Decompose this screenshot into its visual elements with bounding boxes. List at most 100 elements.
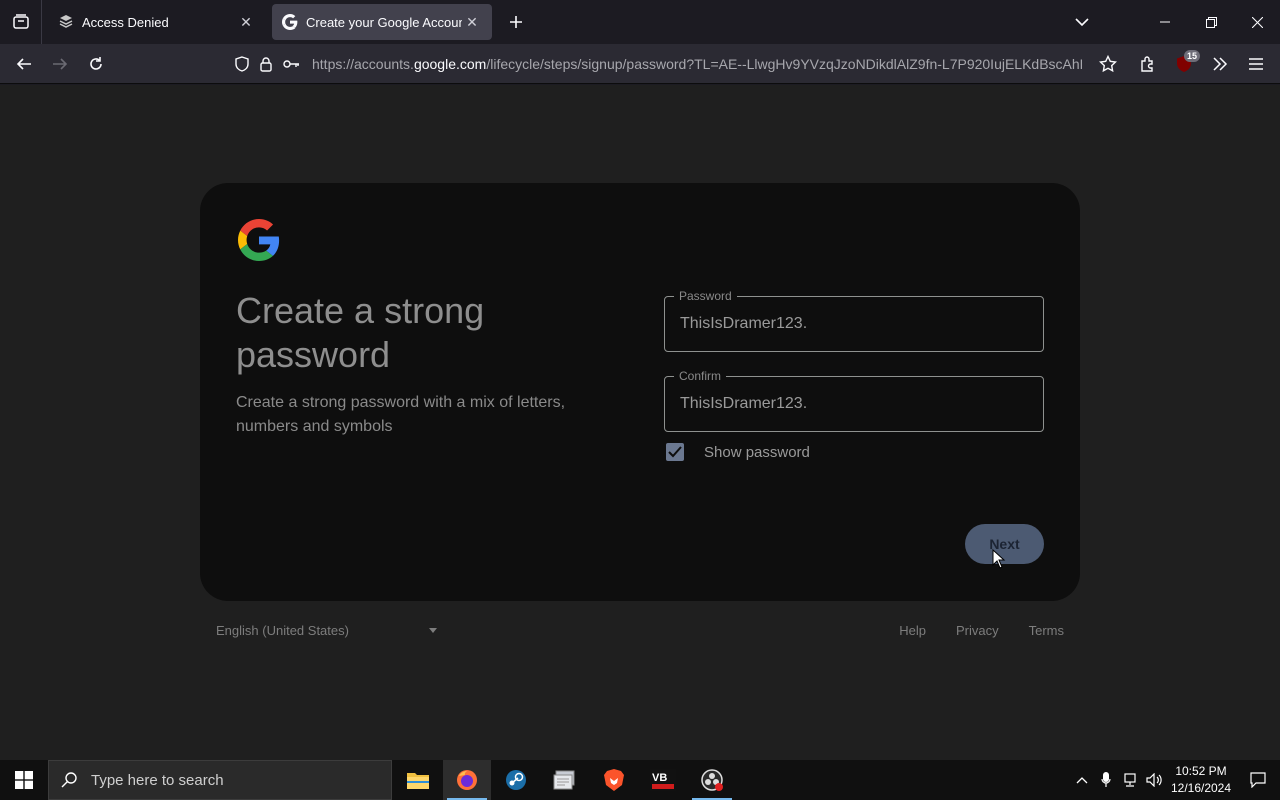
checkmark-icon (668, 446, 682, 458)
search-placeholder: Type here to search (91, 771, 224, 789)
extension-badge: 15 (1184, 50, 1201, 62)
network-tray[interactable] (1118, 773, 1142, 787)
app-window-icon (553, 770, 575, 790)
reload-icon (90, 57, 102, 70)
start-button[interactable] (0, 760, 48, 800)
speaker-icon (1146, 773, 1162, 787)
show-password-label: Show password (704, 443, 810, 461)
list-all-tabs-button[interactable] (1068, 8, 1096, 36)
restore-button[interactable] (1188, 0, 1234, 44)
plus-icon (510, 16, 522, 28)
restore-icon (1205, 16, 1217, 28)
windows-logo-icon (15, 771, 33, 789)
chevron-up-icon (1076, 777, 1088, 784)
search-icon (61, 772, 77, 788)
tab-title: Access Denied (82, 14, 169, 30)
language-label: English (United States) (216, 623, 349, 638)
signup-card: Create a strong password Create a strong… (200, 183, 1080, 601)
minimize-button[interactable] (1142, 0, 1188, 44)
shield-icon[interactable] (234, 56, 250, 72)
password-field[interactable]: Password (664, 289, 1044, 352)
confirm-field[interactable]: Confirm (664, 369, 1044, 432)
arrow-left-icon (16, 58, 31, 70)
vb-audio-icon: VB (650, 769, 676, 791)
url-prefix: https://accounts. (312, 56, 414, 72)
page-title: Create a strong password (236, 290, 485, 375)
taskbar-app-window[interactable] (541, 760, 589, 800)
more-tools-button[interactable] (1204, 48, 1236, 80)
tab-access-denied[interactable]: Access Denied ✕ (48, 4, 266, 40)
password-input[interactable] (680, 311, 1020, 337)
svg-text:VB: VB (652, 772, 667, 784)
puzzle-icon (1141, 56, 1153, 72)
app-menu-button[interactable] (1240, 48, 1272, 80)
show-password-checkbox[interactable] (666, 443, 684, 461)
windows-taskbar: Type here to search VB 10:52 PM 12/16/20… (0, 760, 1280, 800)
taskbar-clock[interactable]: 10:52 PM 12/16/2024 (1166, 763, 1236, 797)
tab-overview-icon (12, 14, 29, 29)
url-text[interactable]: https://accounts.google.com/lifecycle/st… (312, 56, 1082, 72)
tab-title: Create your Google Account (306, 14, 462, 30)
double-chevron-right-icon (1213, 57, 1228, 71)
taskbar-firefox[interactable] (443, 760, 491, 800)
new-tab-button[interactable] (502, 8, 530, 36)
url-path: /lifecycle/steps/signup/password?TL=AE--… (486, 56, 1082, 72)
firefox-icon (457, 770, 477, 790)
caret-down-icon (428, 628, 437, 633)
taskbar-brave[interactable] (590, 760, 638, 800)
action-center-button[interactable] (1236, 772, 1280, 788)
tab-bar: Access Denied ✕ Create your Google Accou… (0, 0, 1280, 44)
taskbar-file-explorer[interactable] (394, 760, 442, 800)
taskbar-search-box[interactable]: Type here to search (48, 760, 392, 800)
close-window-button[interactable] (1234, 0, 1280, 44)
close-icon[interactable]: ✕ (236, 12, 256, 32)
network-icon (1124, 773, 1136, 787)
ublock-extension-button[interactable]: 15 (1168, 48, 1201, 80)
permissions-key-icon[interactable] (282, 56, 300, 72)
reload-button[interactable] (80, 48, 112, 80)
clock-date: 12/16/2024 (1170, 781, 1232, 795)
navigation-toolbar: https://accounts.google.com/lifecycle/st… (0, 44, 1280, 84)
microphone-icon (1101, 772, 1111, 787)
taskbar-obs[interactable] (688, 760, 736, 800)
page-content: Create a strong password Create a strong… (0, 85, 1280, 760)
system-tray: 10:52 PM 12/16/2024 (1070, 760, 1280, 800)
minimize-icon (1160, 21, 1170, 23)
confirm-input[interactable] (680, 391, 1020, 417)
terms-link[interactable]: Terms (1029, 623, 1064, 638)
tab-overview-button[interactable] (0, 0, 42, 44)
lock-icon[interactable] (258, 56, 274, 72)
notification-icon (1250, 772, 1266, 788)
extensions-button[interactable] (1132, 48, 1164, 80)
chevron-down-icon (1075, 18, 1089, 27)
microphone-tray[interactable] (1094, 772, 1118, 788)
brave-lion-icon (604, 769, 624, 791)
close-icon[interactable]: ✕ (462, 12, 482, 32)
google-favicon-icon (282, 14, 298, 30)
hamburger-icon (1249, 58, 1263, 70)
back-button[interactable] (8, 48, 40, 80)
confirm-label: Confirm (674, 369, 727, 383)
taskbar-steam[interactable] (492, 760, 540, 800)
language-selector[interactable]: English (United States) (216, 623, 437, 638)
star-icon (1099, 55, 1117, 73)
tab-create-google-account[interactable]: Create your Google Account ✕ (272, 4, 492, 40)
volume-tray[interactable] (1142, 773, 1166, 787)
folder-icon (407, 773, 429, 789)
forward-button[interactable] (44, 48, 76, 80)
url-bar[interactable]: https://accounts.google.com/lifecycle/st… (228, 48, 1124, 80)
show-password-toggle[interactable]: Show password (666, 443, 810, 461)
privacy-link[interactable]: Privacy (956, 623, 999, 638)
clock-time: 10:52 PM (1175, 764, 1227, 778)
mouse-cursor-icon (992, 549, 1006, 569)
google-logo-icon (238, 219, 280, 261)
taskbar-vb-audio[interactable]: VB (639, 760, 687, 800)
window-controls (1142, 0, 1280, 44)
arrow-right-icon (53, 58, 68, 70)
help-link[interactable]: Help (899, 623, 926, 638)
show-hidden-icons-button[interactable] (1070, 776, 1094, 784)
page-footer: English (United States) Help Privacy Ter… (200, 623, 1080, 643)
access-denied-favicon-icon (59, 15, 73, 28)
bookmark-star-button[interactable] (1092, 48, 1124, 80)
steam-icon (506, 770, 526, 790)
